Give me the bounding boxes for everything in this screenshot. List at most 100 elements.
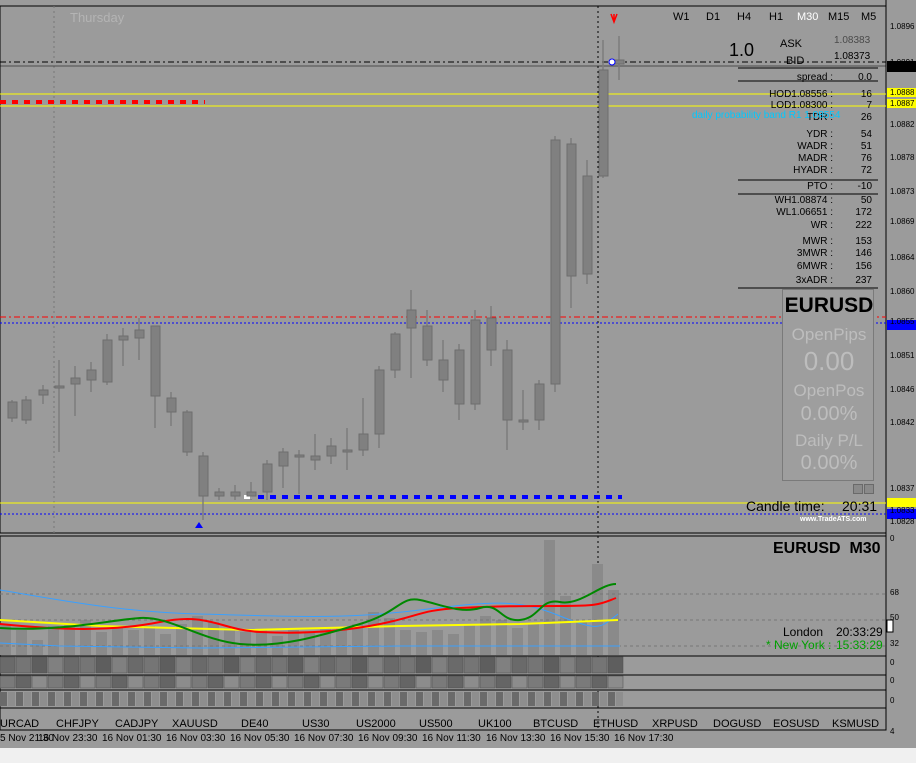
heat-cell <box>319 675 336 689</box>
sub-axis-tick: 32 <box>890 639 899 648</box>
tf-button-m5[interactable]: M5 <box>861 11 876 23</box>
heat-cell <box>559 675 576 689</box>
stat-value: 72 <box>860 165 872 176</box>
heat-cell <box>95 656 112 674</box>
candle-body <box>358 433 369 451</box>
candle-body <box>406 309 417 329</box>
heat-cell <box>367 656 384 674</box>
heat-cell <box>303 675 320 689</box>
tf-button-h4[interactable]: H4 <box>737 11 751 23</box>
time-tick: 16 Nov 13:30 <box>486 733 546 744</box>
stat-value: 237 <box>855 275 872 286</box>
tf-button-m15[interactable]: M15 <box>828 11 849 23</box>
volume-bar <box>128 630 139 655</box>
heat-cell <box>31 656 48 674</box>
heat-cell <box>591 675 608 689</box>
heat-cell <box>463 656 480 674</box>
heat-cell <box>399 656 416 674</box>
heat-cell <box>424 692 431 706</box>
open-pos-value: 0.00% <box>800 403 858 425</box>
heat-cell <box>560 692 567 706</box>
tf-button-d1[interactable]: D1 <box>706 11 720 23</box>
symbol-tab-cadjpy[interactable]: CADJPY <box>115 718 158 730</box>
bid-label: BID <box>786 55 805 67</box>
candle-body <box>566 143 577 277</box>
volume-bar <box>16 630 27 655</box>
symbol-tab-eosusd[interactable]: EOSUSD <box>773 718 819 730</box>
symbol-tab-us500[interactable]: US500 <box>419 718 453 730</box>
heat-cell <box>48 692 55 706</box>
symbol-tab-btcusd[interactable]: BTCUSD <box>533 718 578 730</box>
candle-body <box>294 454 305 458</box>
chart-window[interactable]: Thursday W1 D1 H4 H1 M30 M15 M5 1.0 ASK 1.0838… <box>0 0 916 763</box>
stat-label: YDR : <box>806 129 833 140</box>
tf-button-h1[interactable]: H1 <box>769 11 783 23</box>
tf-button-w1[interactable]: W1 <box>673 11 690 23</box>
heat-cell <box>568 692 575 706</box>
blue-ma-line <box>0 589 619 627</box>
symbol-tab-chfjpy[interactable]: CHFJPY <box>56 718 99 730</box>
candle-body <box>278 451 289 467</box>
sub-axis-tick: 0 <box>890 658 895 667</box>
heat-cell <box>175 656 192 674</box>
heat-cell <box>79 675 96 689</box>
time-tick: 16 Nov 07:30 <box>294 733 354 744</box>
price-tick: 1.0828 <box>890 517 915 526</box>
symbol-tab-urcad[interactable]: URCAD <box>0 718 39 730</box>
heat-cell <box>216 692 223 706</box>
stat-label: 6MWR : <box>796 261 833 272</box>
status-bar <box>0 748 916 763</box>
symbol-tab-dogusd[interactable]: DOGUSD <box>713 718 761 730</box>
heat-cell <box>376 692 383 706</box>
heat-cell <box>255 656 272 674</box>
symbol-tab-uk100[interactable]: UK100 <box>478 718 512 730</box>
heat-cell <box>576 692 583 706</box>
symbol-tab-us2000[interactable]: US2000 <box>356 718 396 730</box>
candle-body <box>38 389 49 396</box>
symbol-tab-xauusd[interactable]: XAUUSD <box>172 718 218 730</box>
candle-body <box>486 317 497 351</box>
volume-bar <box>256 630 267 655</box>
heat-cell <box>495 656 512 674</box>
heat-cell <box>280 692 287 706</box>
panel-button-2[interactable] <box>864 484 874 494</box>
symbol-tab-xrpusd[interactable]: XRPUSD <box>652 718 698 730</box>
stat-value: 0.0 <box>858 72 872 83</box>
candle-body <box>118 335 129 341</box>
candle-body <box>598 69 609 177</box>
heat-cell <box>351 656 368 674</box>
heat-cell <box>591 656 608 674</box>
symbol-tab-ethusd[interactable]: ETHUSD <box>593 718 638 730</box>
symbol-tab-ksmusd[interactable]: KSMUSD <box>832 718 879 730</box>
heat-cell <box>296 692 303 706</box>
panel-button-1[interactable] <box>853 484 863 494</box>
heat-cell <box>112 692 119 706</box>
day-label: Thursday <box>70 10 125 25</box>
symbol-tab-de40[interactable]: DE40 <box>241 718 269 730</box>
price-tick: 1.0896 <box>890 22 915 31</box>
time-tick: 16 Nov 17:30 <box>614 733 674 744</box>
heat-cell <box>224 692 231 706</box>
heat-cell <box>607 675 624 689</box>
tf-button-m30[interactable]: M30 <box>797 11 818 23</box>
heat-cell <box>399 675 416 689</box>
heat-cell <box>16 692 23 706</box>
candle-body <box>518 419 529 423</box>
stat-label: PTO : <box>807 181 833 192</box>
heat-cell <box>40 692 47 706</box>
candle-body <box>134 329 145 339</box>
heat-cell <box>383 675 400 689</box>
volume-bar <box>160 634 171 655</box>
up-arrow-icon <box>195 522 203 528</box>
heat-cell <box>431 675 448 689</box>
symbol-tab-us30[interactable]: US30 <box>302 718 330 730</box>
daily-pl-value: 0.00% <box>800 452 858 474</box>
heat-cell <box>208 692 215 706</box>
volume-bar <box>96 632 107 655</box>
heat-cell <box>47 656 64 674</box>
stat-label: WR : <box>810 220 833 231</box>
candle-body <box>198 455 209 497</box>
volume-bar <box>448 634 459 655</box>
heat-cell <box>111 675 128 689</box>
heat-cell <box>191 656 208 674</box>
